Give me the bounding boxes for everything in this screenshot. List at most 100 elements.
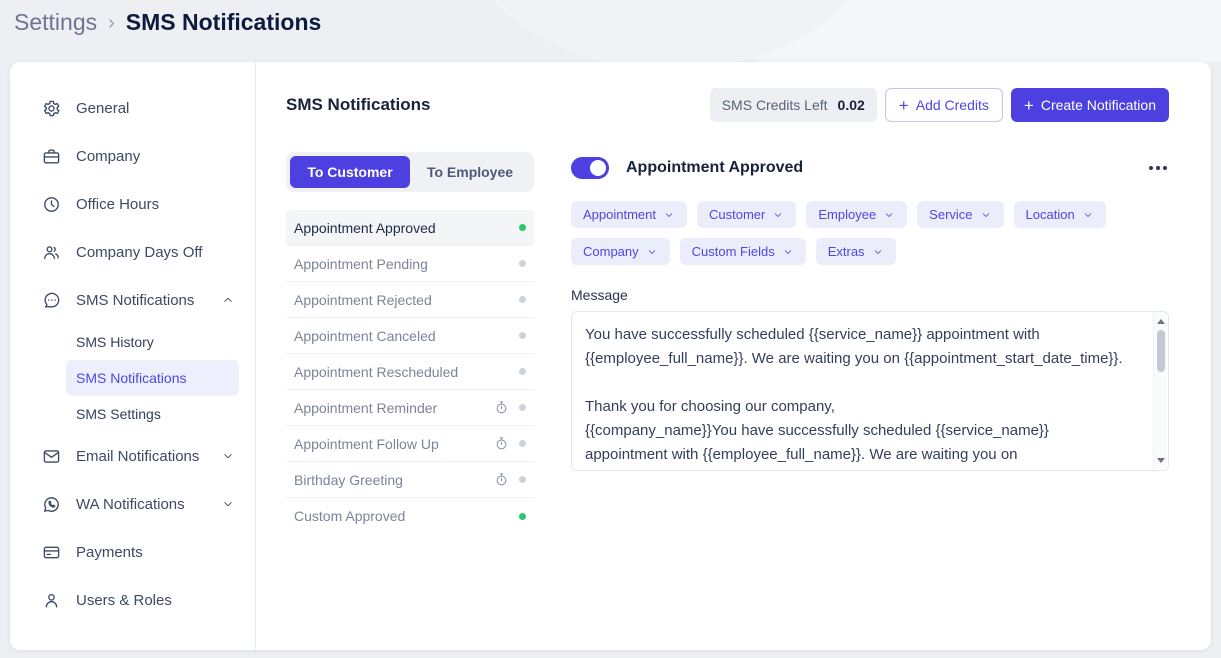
notification-item-appointment-follow-up[interactable]: Appointment Follow Up: [286, 426, 534, 462]
chevron-up-icon: [221, 293, 235, 307]
sidebar-nav: General Company Office Hours Company Days O…: [42, 84, 255, 624]
chevron-down-icon: [221, 497, 235, 511]
header-actions: SMS Credits Left 0.02 + Add Credits + Cr…: [710, 88, 1169, 122]
main-header: SMS Notifications SMS Credits Left 0.02 …: [286, 88, 1169, 122]
status-dot: [519, 368, 526, 375]
notification-item-custom-approved[interactable]: Custom Approved: [286, 498, 534, 534]
scrollbar[interactable]: [1153, 313, 1167, 469]
scrollbar-down-icon[interactable]: [1157, 458, 1165, 463]
gear-icon: [42, 99, 61, 118]
sidebar-item-wa-notifications[interactable]: WA Notifications: [42, 480, 255, 528]
sidebar-item-general[interactable]: General: [42, 84, 255, 132]
sidebar-item-label: SMS Notifications: [76, 292, 194, 309]
placeholder-chip-label: Extras: [828, 244, 865, 259]
status-dot: [519, 224, 526, 231]
card-icon: [42, 543, 61, 562]
notification-item-appointment-canceled[interactable]: Appointment Canceled: [286, 318, 534, 354]
breadcrumb: Settings › SMS Notifications: [14, 9, 321, 36]
people-icon: [42, 243, 61, 262]
sidebar-item-company[interactable]: Company: [42, 132, 255, 180]
placeholder-chip-label: Company: [583, 244, 639, 259]
sidebar-subitem-sms-settings[interactable]: SMS Settings: [66, 396, 239, 432]
scrollbar-thumb[interactable]: [1157, 330, 1165, 372]
status-dot: [519, 296, 526, 303]
sidebar-item-sms-notifications[interactable]: SMS Notifications: [42, 276, 255, 324]
sidebar-item-label: Company: [76, 148, 140, 165]
sidebar-item-label: Office Hours: [76, 196, 159, 213]
notification-item-label: Appointment Approved: [294, 220, 519, 236]
enable-toggle[interactable]: [571, 157, 609, 179]
placeholder-chip-employee[interactable]: Employee: [806, 201, 907, 228]
notification-item-appointment-approved[interactable]: Appointment Approved: [286, 210, 534, 246]
tab-to-employee[interactable]: To Employee: [410, 156, 530, 188]
detail-header: Appointment Approved: [571, 157, 1169, 179]
placeholder-chip-label: Employee: [818, 207, 876, 222]
placeholder-chip-service[interactable]: Service: [917, 201, 1003, 228]
placeholder-chip-location[interactable]: Location: [1014, 201, 1106, 228]
notification-item-label: Appointment Rejected: [294, 292, 519, 308]
add-credits-button[interactable]: + Add Credits: [885, 88, 1003, 122]
notification-item-appointment-reminder[interactable]: Appointment Reminder: [286, 390, 534, 426]
notification-item-label: Appointment Pending: [294, 256, 519, 272]
message-label: Message: [571, 287, 1169, 303]
clock-icon: [42, 195, 61, 214]
sidebar-item-office-hours[interactable]: Office Hours: [42, 180, 255, 228]
placeholder-chip-appointment[interactable]: Appointment: [571, 201, 687, 228]
timer-icon: [494, 436, 509, 451]
create-notification-button[interactable]: + Create Notification: [1011, 88, 1169, 122]
chevron-down-icon: [872, 246, 884, 258]
main-content: SMS Notifications SMS Credits Left 0.02 …: [256, 62, 1211, 650]
recipient-tabs: To CustomerTo Employee: [286, 152, 534, 192]
placeholder-chip-company[interactable]: Company: [571, 238, 670, 265]
placeholder-chip-custom-fields[interactable]: Custom Fields: [680, 238, 806, 265]
sidebar-item-label: Users & Roles: [76, 592, 172, 609]
notification-item-appointment-rejected[interactable]: Appointment Rejected: [286, 282, 534, 318]
add-credits-label: Add Credits: [916, 97, 989, 113]
section-title: SMS Notifications: [286, 95, 431, 115]
sidebar-item-label: Company Days Off: [76, 244, 202, 261]
placeholder-chip-label: Customer: [709, 207, 765, 222]
placeholder-chip-customer[interactable]: Customer: [697, 201, 796, 228]
notification-item-birthday-greeting[interactable]: Birthday Greeting: [286, 462, 534, 498]
status-dot: [519, 440, 526, 447]
message-text: You have successfully scheduled {{servic…: [572, 312, 1168, 467]
placeholder-chip-label: Appointment: [583, 207, 656, 222]
notification-title: Appointment Approved: [626, 159, 803, 177]
envelope-icon: [42, 447, 61, 466]
sidebar-item-email-notifications[interactable]: Email Notifications: [42, 432, 255, 480]
more-options-button[interactable]: [1147, 158, 1169, 178]
plus-icon: +: [1024, 97, 1034, 114]
notification-item-appointment-rescheduled[interactable]: Appointment Rescheduled: [286, 354, 534, 390]
status-dot: [519, 513, 526, 520]
status-dot: [519, 476, 526, 483]
sidebar-subitem-sms-notifications[interactable]: SMS Notifications: [66, 360, 239, 396]
sidebar-subitem-sms-history[interactable]: SMS History: [66, 324, 239, 360]
briefcase-icon: [42, 147, 61, 166]
sidebar-item-label: Payments: [76, 544, 143, 561]
status-dot: [519, 260, 526, 267]
tab-to-customer[interactable]: To Customer: [290, 156, 410, 188]
scrollbar-up-icon[interactable]: [1157, 319, 1165, 324]
notification-item-label: Custom Approved: [294, 508, 519, 524]
sidebar-item-company-days-off[interactable]: Company Days Off: [42, 228, 255, 276]
breadcrumb-separator: ›: [108, 10, 115, 35]
breadcrumb-settings-link[interactable]: Settings: [14, 9, 97, 36]
notification-item-appointment-pending[interactable]: Appointment Pending: [286, 246, 534, 282]
notification-list: Appointment Approved Appointment Pending A…: [286, 210, 534, 534]
chevron-down-icon: [221, 449, 235, 463]
chevron-down-icon: [772, 209, 784, 221]
credits-label: SMS Credits Left: [722, 97, 828, 113]
notification-detail: Appointment Approved Appointment Customer…: [571, 152, 1169, 534]
placeholder-chip-extras[interactable]: Extras: [816, 238, 896, 265]
timer-icon: [494, 472, 509, 487]
sidebar-item-payments[interactable]: Payments: [42, 528, 255, 576]
sidebar-item-users-roles[interactable]: Users & Roles: [42, 576, 255, 624]
user-icon: [42, 591, 61, 610]
chevron-down-icon: [883, 209, 895, 221]
notifications-column: To CustomerTo Employee Appointment Appro…: [286, 152, 534, 534]
message-textarea[interactable]: You have successfully scheduled {{servic…: [571, 311, 1169, 471]
notification-item-label: Birthday Greeting: [294, 472, 494, 488]
toggle-knob: [590, 160, 606, 176]
notification-item-label: Appointment Follow Up: [294, 436, 494, 452]
chevron-down-icon: [663, 209, 675, 221]
